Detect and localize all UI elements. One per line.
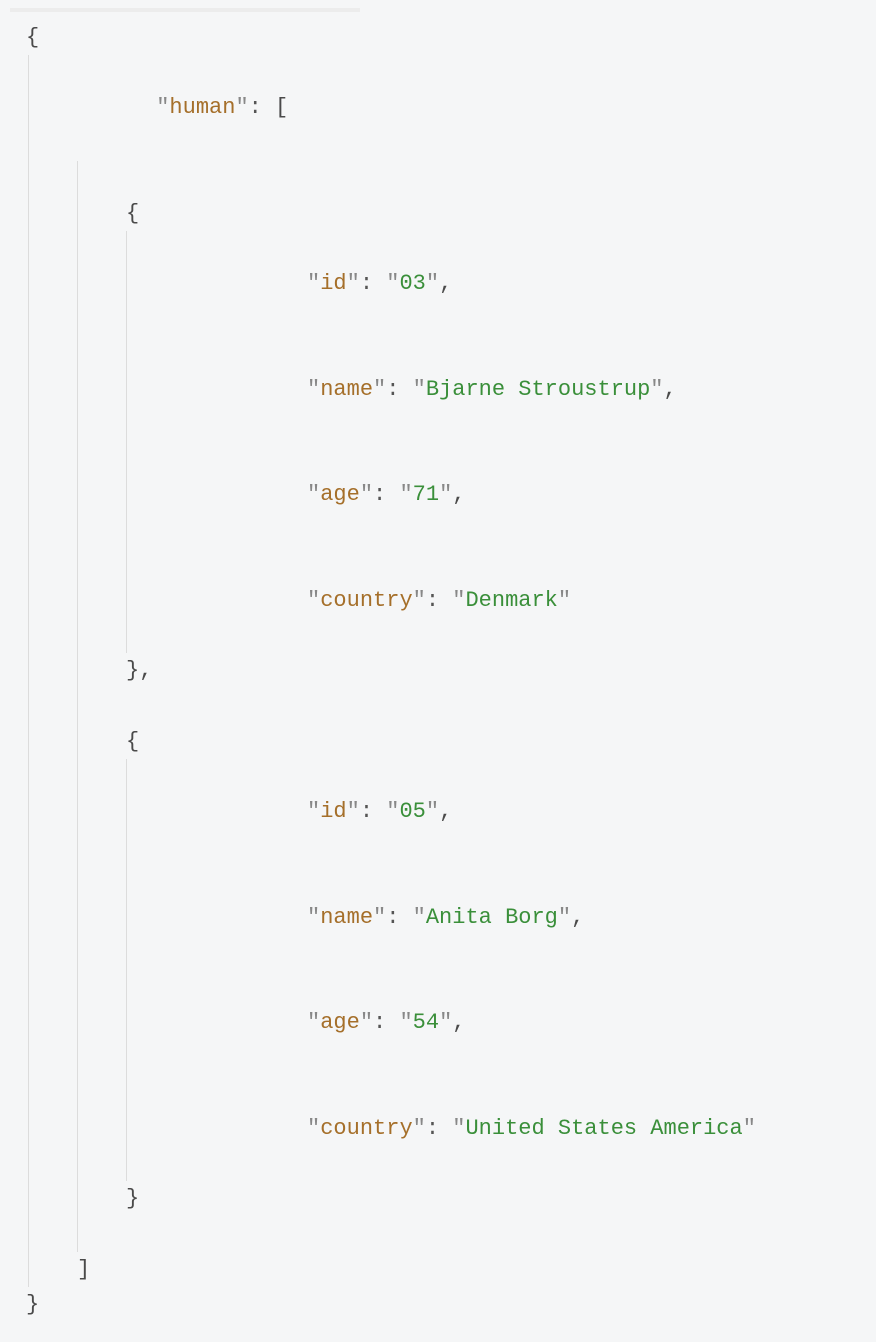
- json-value-country: Denmark: [465, 588, 557, 613]
- json-value-name: Bjarne Stroustrup: [426, 377, 650, 402]
- comma: ,: [439, 271, 452, 296]
- object-open: {: [126, 201, 139, 226]
- json-key-human: human: [169, 95, 235, 120]
- brace-open: {: [26, 25, 39, 50]
- json-key-country: country: [320, 1116, 412, 1141]
- json-key-id: id: [320, 799, 346, 824]
- json-value-id: 03: [399, 271, 425, 296]
- json-key-name: name: [320, 377, 373, 402]
- code-editor[interactable]: { "human": [ { "id": "03", "name": "Bjar…: [10, 14, 876, 1322]
- json-key-age: age: [320, 1010, 360, 1035]
- object-close: }: [126, 658, 139, 683]
- object-close: }: [126, 1186, 139, 1211]
- json-value-name: Anita Borg: [426, 905, 558, 930]
- editor-tab-bar: [10, 8, 360, 12]
- comma: ,: [139, 658, 152, 683]
- json-key-id: id: [320, 271, 346, 296]
- json-value-age: 71: [413, 482, 439, 507]
- colon: :: [249, 95, 262, 120]
- object-open: {: [126, 729, 139, 754]
- json-value-age: 54: [413, 1010, 439, 1035]
- quote: ": [235, 95, 248, 120]
- json-value-country: United States America: [465, 1116, 742, 1141]
- json-value-id: 05: [399, 799, 425, 824]
- bracket-open: [: [275, 95, 288, 120]
- json-key-country: country: [320, 588, 412, 613]
- quote: ": [156, 95, 169, 120]
- brace-close: }: [26, 1292, 39, 1317]
- json-key-age: age: [320, 482, 360, 507]
- json-key-name: name: [320, 905, 373, 930]
- bracket-close: ]: [77, 1257, 90, 1282]
